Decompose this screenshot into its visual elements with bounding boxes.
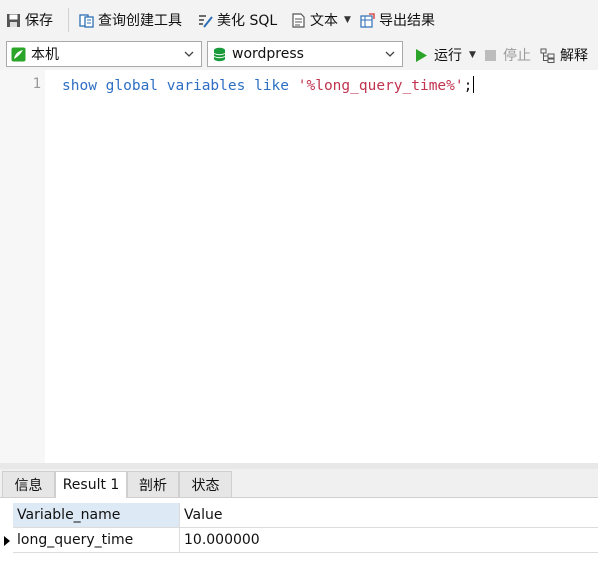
chevron-down-icon [385, 51, 395, 57]
beautify-icon [199, 14, 213, 28]
explain-icon [540, 48, 555, 63]
sql-keyword: global [105, 78, 159, 94]
result-tab-bar: 信息 Result 1 剖析 状态 [0, 469, 598, 498]
tab-label: 状态 [191, 477, 220, 494]
sql-semicolon: ; [463, 78, 473, 94]
connection-select[interactable]: 本机 [6, 41, 202, 67]
stop-label: 停止 [503, 48, 531, 64]
export-results-button[interactable]: 导出结果 [360, 9, 435, 31]
sql-keyword: show [62, 78, 97, 94]
explain-button[interactable]: 解释 [540, 45, 588, 65]
query-builder-icon [79, 13, 94, 28]
column-header-variable-name[interactable]: Variable_name [13, 503, 180, 528]
tab-label: Result 1 [62, 477, 120, 493]
database-icon [213, 47, 226, 61]
column-header-label: Variable_name [17, 507, 121, 523]
cell-value: 10.000000 [184, 532, 260, 548]
line-number: 1 [32, 76, 41, 92]
sql-string-literal: '%long_query_time%' [297, 78, 464, 94]
beautify-sql-button[interactable]: 美化 SQL [198, 9, 277, 31]
tab-info[interactable]: 信息 [2, 471, 55, 497]
tab-result-1[interactable]: Result 1 [55, 471, 127, 498]
connection-toolbar: 本机 wordpress 运行 ▼ 停止 解释 [0, 40, 598, 70]
text-cursor [473, 76, 475, 93]
connection-icon [11, 47, 26, 61]
sql-keyword: like [254, 78, 290, 94]
column-header-label: Value [184, 507, 223, 523]
stop-icon [485, 49, 496, 61]
save-button[interactable]: 保存 [6, 9, 53, 31]
text-label: 文本 [310, 13, 338, 29]
play-icon [416, 48, 427, 62]
explain-label: 解释 [560, 48, 588, 64]
run-label: 运行 [434, 48, 462, 64]
export-icon [360, 12, 375, 28]
cell-value: long_query_time [17, 532, 134, 548]
main-toolbar: 保存 查询创建工具 美化 SQL 文本 ▼ 导出结果 [0, 0, 598, 40]
connection-value: 本机 [31, 47, 59, 63]
sql-keyword: variables [166, 78, 246, 94]
run-dropdown-caret-icon[interactable]: ▼ [469, 50, 476, 60]
toolbar-divider [68, 8, 69, 32]
sql-code-line[interactable]: show global variables like '%long_query_… [62, 76, 475, 94]
text-document-icon [292, 12, 305, 28]
text-dropdown-caret-icon[interactable]: ▼ [344, 15, 351, 25]
tab-status[interactable]: 状态 [179, 471, 232, 497]
database-select[interactable]: wordpress [207, 41, 403, 67]
line-number-gutter: 1 [0, 70, 45, 463]
tab-label: 信息 [14, 477, 43, 494]
export-label: 导出结果 [379, 13, 435, 29]
query-builder-button[interactable]: 查询创建工具 [79, 9, 182, 31]
save-label: 保存 [25, 13, 53, 29]
stop-button[interactable]: 停止 [483, 45, 531, 65]
query-builder-label: 查询创建工具 [98, 13, 182, 29]
tab-profile[interactable]: 剖析 [127, 471, 179, 497]
result-grid: Variable_name Value long_query_time 10.0… [0, 498, 598, 561]
column-header-value[interactable]: Value [180, 503, 598, 528]
table-cell[interactable]: 10.000000 [180, 528, 598, 553]
database-value: wordpress [232, 46, 304, 62]
table-cell[interactable]: long_query_time [13, 528, 180, 553]
text-button[interactable]: 文本 ▼ [291, 9, 351, 31]
sql-editor[interactable]: 1 show global variables like '%long_quer… [0, 70, 598, 463]
tab-label: 剖析 [139, 477, 167, 494]
current-row-indicator-icon [4, 536, 10, 546]
save-icon [7, 13, 20, 27]
run-button[interactable]: 运行 ▼ [414, 45, 476, 65]
beautify-label: 美化 SQL [217, 13, 278, 29]
chevron-down-icon [184, 51, 194, 57]
